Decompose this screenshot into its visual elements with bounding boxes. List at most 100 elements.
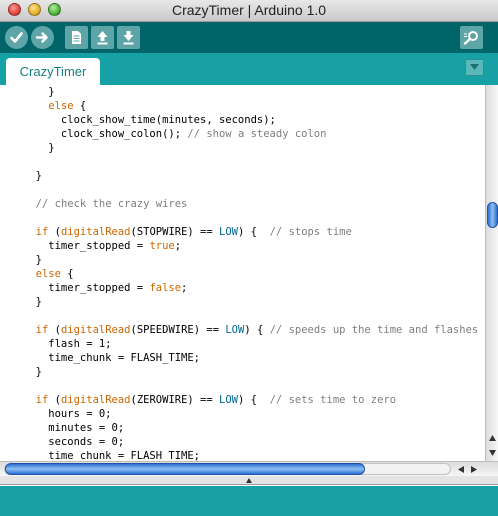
code-text: clock_show_colon();	[23, 128, 188, 140]
code-text: hours = 0;	[23, 408, 112, 420]
code-text: flash = 1;	[23, 338, 112, 350]
upload-button[interactable]	[31, 26, 54, 49]
code-text: }	[23, 170, 42, 182]
code-line: }	[23, 295, 42, 309]
code-text: timer_stopped =	[23, 240, 150, 252]
code-line: clock_show_time(minutes, seconds);	[23, 113, 276, 127]
code-text: {	[73, 100, 87, 112]
arrow-right-icon	[35, 32, 48, 43]
code-text: (ZEROWIRE) ==	[130, 394, 220, 406]
magnifier-icon	[463, 31, 478, 45]
triangle-up-icon	[488, 435, 496, 441]
code-keyword: if	[35, 394, 49, 406]
chevron-up-icon	[246, 477, 252, 483]
tab-bar: CrazyTimer	[0, 53, 498, 85]
verify-button[interactable]	[5, 26, 28, 49]
title-bar: CrazyTimer | Arduino 1.0	[0, 0, 498, 22]
code-text: ) {	[238, 226, 270, 238]
code-text: minutes = 0;	[23, 422, 125, 434]
code-comment: // check the crazy wires	[35, 198, 188, 210]
code-line: timer_stopped = true;	[23, 239, 181, 253]
triangle-down-icon	[488, 450, 496, 456]
scroll-up-button[interactable]	[486, 432, 498, 444]
code-line: clock_show_colon(); // show a steady col…	[23, 127, 327, 141]
open-sketch-button[interactable]	[91, 26, 114, 49]
code-line: }	[23, 169, 42, 183]
code-comment: // stops time	[269, 226, 352, 238]
vertical-scrollbar[interactable]	[485, 85, 498, 461]
code-line: }	[23, 141, 54, 155]
document-icon	[72, 31, 81, 44]
code-text: ;	[174, 240, 182, 252]
code-line: timer_stopped = false;	[23, 281, 187, 295]
triangle-left-icon	[458, 465, 464, 473]
code-comment: // sets time to zero	[269, 394, 397, 406]
code-keyword: else	[48, 100, 74, 112]
code-keyword: true	[149, 240, 175, 252]
tab-label: CrazyTimer	[19, 64, 87, 79]
code-constant: LOW	[225, 324, 245, 336]
code-text: seconds = 0;	[23, 436, 125, 448]
code-line: else {	[23, 99, 86, 113]
tab-crazytimer[interactable]: CrazyTimer	[6, 58, 100, 85]
code-comment: // show a steady colon	[187, 128, 327, 140]
horizontal-scroll-thumb[interactable]	[5, 463, 365, 475]
code-text: ;	[181, 282, 188, 294]
code-text: }	[23, 366, 42, 378]
code-line: time_chunk = FLASH_TIME;	[23, 351, 200, 365]
status-bar	[0, 486, 498, 516]
scroll-down-button[interactable]	[486, 447, 498, 459]
code-line: }	[23, 365, 42, 379]
vertical-scroll-thumb[interactable]	[487, 202, 498, 228]
code-text: (STOPWIRE) ==	[130, 226, 220, 238]
horizontal-scrollbar[interactable]	[0, 461, 498, 476]
code-editor[interactable]: } else { clock_show_time(minutes, second…	[0, 85, 485, 461]
code-line: if (digitalRead(ZEROWIRE) == LOW) { // s…	[23, 393, 396, 407]
code-text: (	[48, 324, 61, 336]
code-text: }	[23, 254, 42, 266]
code-constant: LOW	[219, 226, 238, 238]
code-line: }	[23, 85, 55, 99]
code-text: (	[48, 394, 61, 406]
new-sketch-button[interactable]	[65, 26, 88, 49]
console-divider[interactable]	[0, 476, 498, 485]
code-keyword: digitalRead	[60, 226, 131, 238]
code-line: if (digitalRead(STOPWIRE) == LOW) { // s…	[23, 225, 352, 239]
checkmark-icon	[10, 32, 23, 43]
code-text: {	[60, 268, 74, 280]
code-text: time_chunk = FLASH_TIME;	[23, 450, 201, 461]
scroll-left-button[interactable]	[455, 463, 467, 475]
window-title: CrazyTimer | Arduino 1.0	[171, 2, 327, 18]
code-keyword: if	[35, 324, 49, 336]
serial-monitor-button[interactable]	[460, 26, 483, 49]
code-line: time_chunk = FLASH_TIME;	[23, 449, 200, 461]
code-line: hours = 0;	[23, 407, 112, 421]
code-line: // check the crazy wires	[23, 197, 188, 211]
code-keyword: else	[35, 268, 61, 280]
toolbar	[0, 22, 498, 53]
code-line: if (digitalRead(SPEEDWIRE) == LOW) { // …	[23, 323, 485, 337]
code-comment: // speeds up the time and flashes displ	[269, 324, 485, 336]
arrow-down-icon	[123, 31, 134, 45]
code-text: }	[23, 86, 55, 98]
scroll-right-button[interactable]	[468, 463, 480, 475]
divider-handle[interactable]	[245, 476, 253, 484]
tab-menu-button[interactable]	[465, 59, 484, 76]
code-keyword: if	[35, 226, 49, 238]
code-constant: LOW	[219, 394, 238, 406]
triangle-right-icon	[471, 465, 477, 473]
save-sketch-button[interactable]	[117, 26, 140, 49]
code-text: }	[23, 296, 42, 308]
code-text: (	[48, 226, 61, 238]
code-line: flash = 1;	[23, 337, 112, 351]
code-text: time_chunk = FLASH_TIME;	[23, 352, 201, 364]
code-line: }	[23, 253, 42, 267]
code-line: else {	[23, 267, 74, 281]
code-text: (SPEEDWIRE) ==	[130, 324, 226, 336]
code-line: minutes = 0;	[23, 421, 124, 435]
